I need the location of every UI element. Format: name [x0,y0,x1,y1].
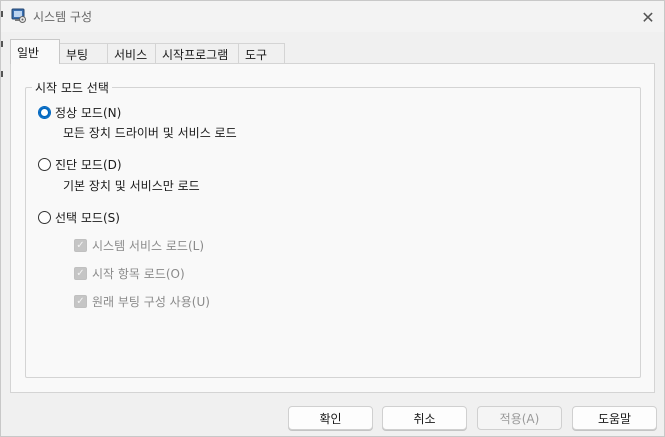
tab-label: 도구 [245,48,268,62]
checkbox-label: 시작 항목 로드(O) [92,267,185,281]
checkmark-icon: ✓ [74,295,87,308]
tab-boot[interactable]: 부팅 [59,43,108,63]
close-button[interactable]: ✕ [631,3,665,31]
window-edge-mark [1,71,3,77]
diagnostic-startup-radio[interactable]: 진단 모드(D) [38,156,122,173]
window-title: 시스템 구성 [33,10,93,24]
system-configuration-window: 시스템 구성 ✕ 일반 부팅 서비스 시작프로그램 도구 시작 모드 선택 정상… [0,0,665,437]
checkmark-icon: ✓ [74,267,87,280]
window-edge-mark [1,41,3,47]
tab-tools[interactable]: 도구 [238,43,285,63]
title-bar: 시스템 구성 ✕ [1,1,664,32]
normal-startup-description: 모든 장치 드라이버 및 서비스 로드 [63,126,237,140]
tab-general[interactable]: 일반 [10,39,60,64]
checkmark-icon: ✓ [74,239,87,252]
checkbox-label: 시스템 서비스 로드(L) [92,239,204,253]
checkbox-label: 원래 부팅 구성 사용(U) [92,295,210,309]
tab-label: 서비스 [114,48,148,62]
msconfig-app-icon [11,8,26,23]
load-system-services-checkbox[interactable]: ✓ 시스템 서비스 로드(L) [74,237,204,254]
selective-startup-radio[interactable]: 선택 모드(S) [38,209,120,226]
tab-label: 부팅 [66,48,89,62]
radio-selected-icon [38,106,51,119]
close-icon: ✕ [641,7,655,27]
window-edge-mark [1,11,3,17]
ok-button[interactable]: 확인 [288,406,373,430]
load-startup-items-checkbox[interactable]: ✓ 시작 항목 로드(O) [74,265,185,282]
cancel-button[interactable]: 취소 [382,406,467,430]
use-original-boot-config-checkbox[interactable]: ✓ 원래 부팅 구성 사용(U) [74,293,210,310]
help-button[interactable]: 도움말 [572,406,657,430]
tab-startup[interactable]: 시작프로그램 [155,43,239,63]
radio-unselected-icon [38,211,51,224]
radio-label: 진단 모드(D) [55,158,122,172]
radio-unselected-icon [38,158,51,171]
radio-label: 정상 모드(N) [55,106,122,120]
tab-label: 일반 [17,46,40,60]
apply-button[interactable]: 적용(A) [477,406,562,430]
tab-label: 시작프로그램 [162,48,229,62]
diagnostic-startup-description: 기본 장치 및 서비스만 로드 [63,179,200,193]
group-legend: 시작 모드 선택 [32,79,112,96]
normal-startup-radio[interactable]: 정상 모드(N) [38,104,121,121]
tab-services[interactable]: 서비스 [107,43,156,63]
radio-label: 선택 모드(S) [55,211,120,225]
